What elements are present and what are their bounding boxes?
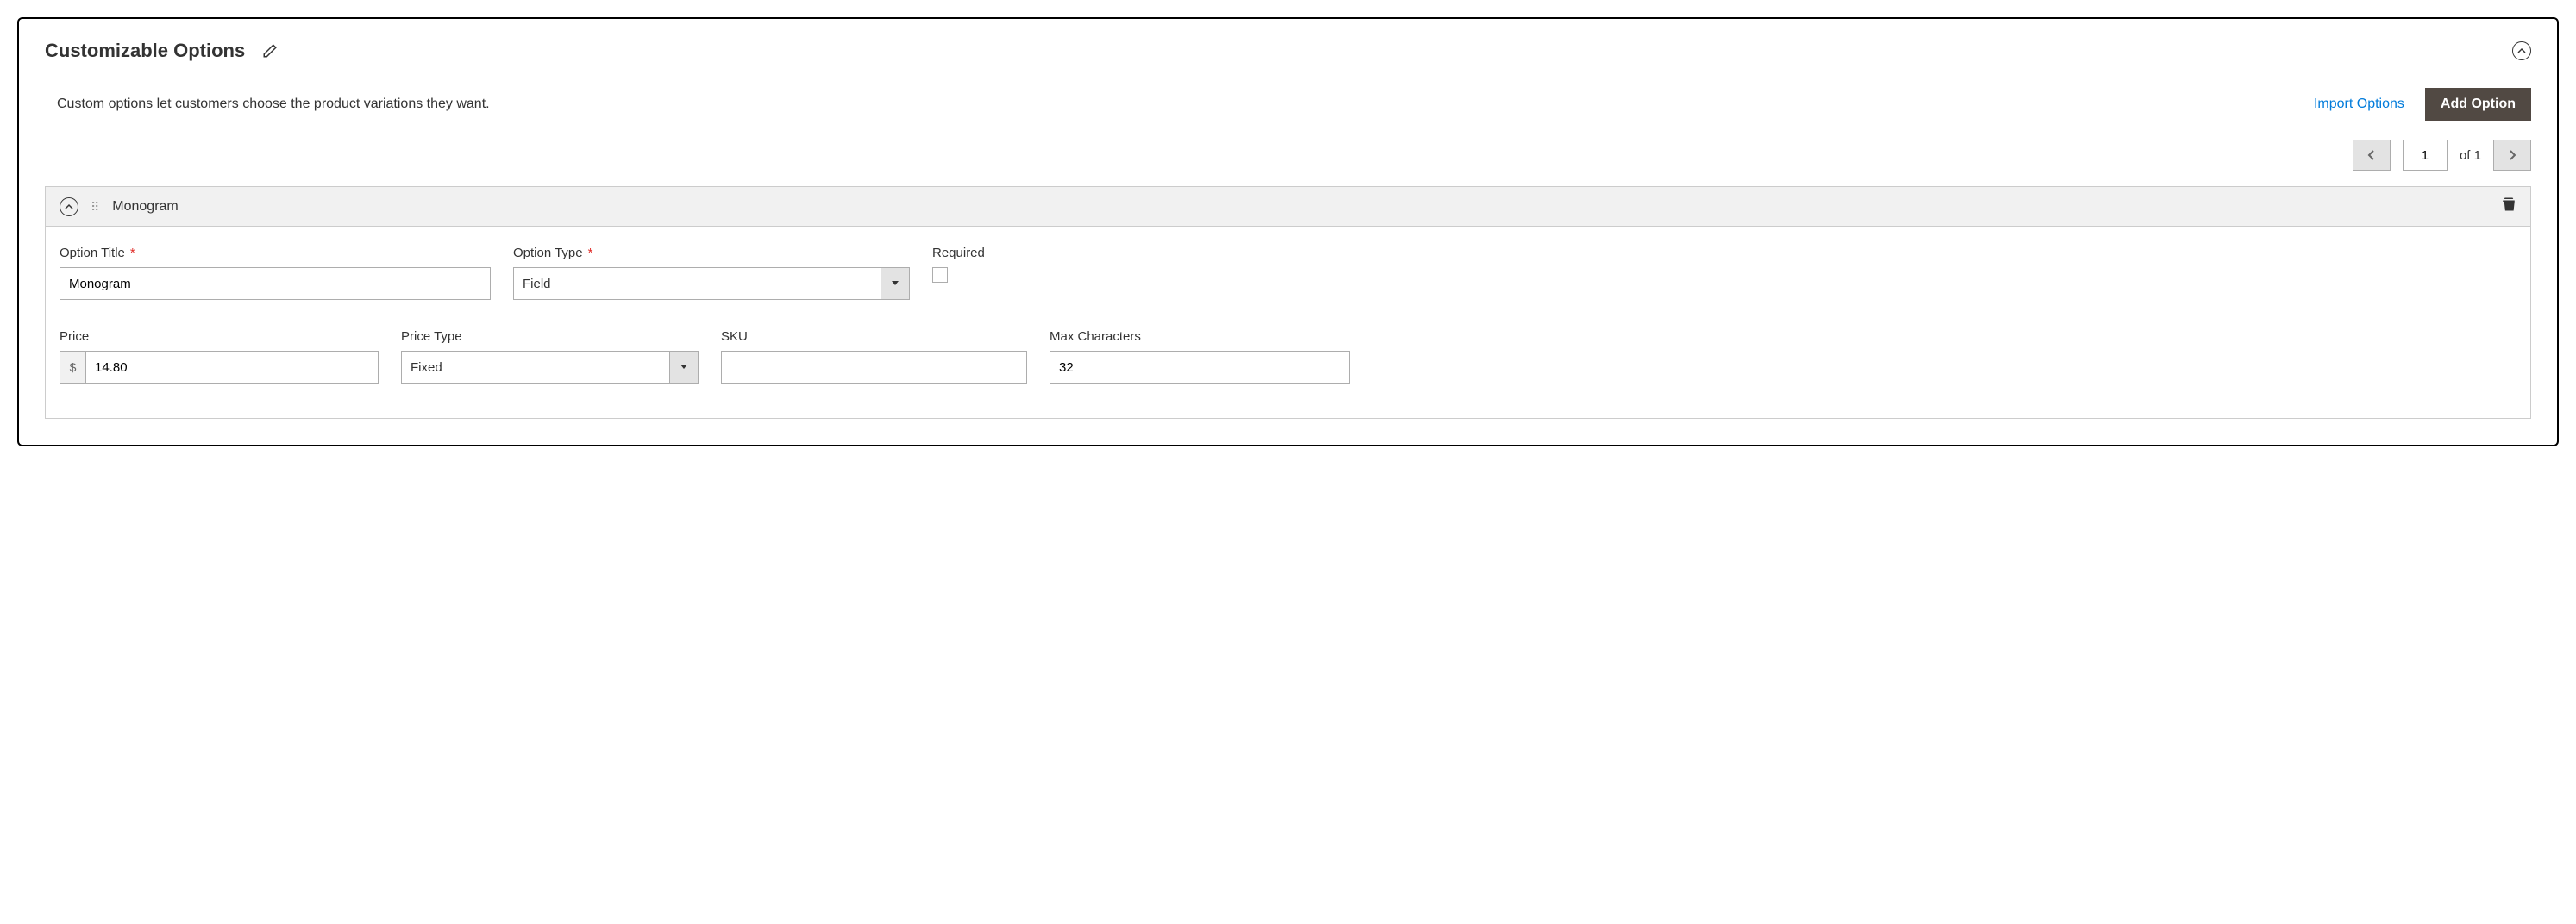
- section-description: Custom options let customers choose the …: [57, 97, 490, 112]
- price-type-value: Fixed: [401, 351, 669, 384]
- required-field: Required: [932, 246, 1036, 300]
- panel-title: Customizable Options: [45, 40, 245, 62]
- sku-input[interactable]: [721, 351, 1027, 384]
- drag-handle-icon[interactable]: ⠿: [91, 201, 100, 213]
- add-option-button[interactable]: Add Option: [2425, 88, 2531, 121]
- option-type-label: Option Type *: [513, 246, 910, 260]
- panel-title-wrap: Customizable Options: [45, 40, 278, 62]
- price-type-field: Price Type Fixed: [401, 329, 699, 384]
- max-chars-label: Max Characters: [1050, 329, 1350, 344]
- max-chars-field: Max Characters: [1050, 329, 1350, 384]
- option-row-2: Price $ Price Type Fixed: [60, 329, 2516, 384]
- option-title-field: Option Title *: [60, 246, 491, 300]
- option-type-field: Option Type * Field: [513, 246, 910, 300]
- option-block: ⠿ Monogram Option Title *: [45, 186, 2531, 419]
- option-header: ⠿ Monogram: [46, 187, 2530, 227]
- price-type-label: Price Type: [401, 329, 699, 344]
- max-chars-input[interactable]: [1050, 351, 1350, 384]
- next-page-button[interactable]: [2493, 140, 2531, 171]
- price-input[interactable]: [85, 351, 379, 384]
- required-checkbox[interactable]: [932, 267, 948, 283]
- sku-label: SKU: [721, 329, 1027, 344]
- page-of-label: of 1: [2460, 148, 2481, 163]
- chevron-down-icon[interactable]: [669, 351, 699, 384]
- required-label: Required: [932, 246, 1036, 260]
- price-field: Price $: [60, 329, 379, 384]
- page-number-input[interactable]: [2403, 140, 2448, 171]
- price-input-wrap: $: [60, 351, 379, 384]
- sku-field: SKU: [721, 329, 1027, 384]
- price-label: Price: [60, 329, 379, 344]
- option-title-label: Option Title *: [60, 246, 491, 260]
- actions-row: Custom options let customers choose the …: [57, 88, 2531, 121]
- import-options-link[interactable]: Import Options: [2314, 97, 2404, 112]
- chevron-down-icon[interactable]: [881, 267, 910, 300]
- customizable-options-panel: Customizable Options Custom options let …: [17, 17, 2559, 446]
- option-collapse-icon[interactable]: [60, 197, 78, 216]
- collapse-icon[interactable]: [2512, 41, 2531, 60]
- edit-icon[interactable]: [262, 43, 278, 59]
- option-type-select[interactable]: Field: [513, 267, 910, 300]
- option-header-left: ⠿ Monogram: [60, 197, 179, 216]
- currency-symbol: $: [60, 351, 85, 384]
- price-type-select[interactable]: Fixed: [401, 351, 699, 384]
- option-type-value: Field: [513, 267, 881, 300]
- panel-header: Customizable Options: [45, 40, 2531, 62]
- prev-page-button[interactable]: [2353, 140, 2391, 171]
- option-row-1: Option Title * Option Type * Field: [60, 246, 2516, 300]
- actions-right: Import Options Add Option: [2314, 88, 2531, 121]
- required-star-icon: *: [130, 246, 135, 260]
- option-name: Monogram: [112, 199, 178, 215]
- pagination: of 1: [45, 140, 2531, 171]
- option-title-input[interactable]: [60, 267, 491, 300]
- option-body: Option Title * Option Type * Field: [46, 227, 2530, 418]
- required-star-icon: *: [588, 246, 593, 260]
- delete-icon[interactable]: [2501, 196, 2516, 217]
